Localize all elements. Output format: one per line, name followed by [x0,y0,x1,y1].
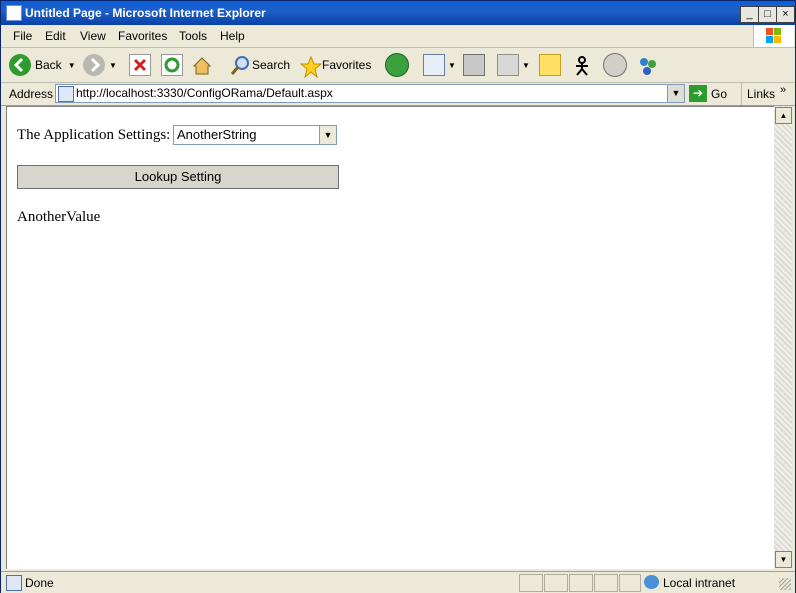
status-bar: Done Local intranet [1,571,795,593]
lookup-setting-button[interactable]: Lookup Setting [17,165,339,189]
messenger-button[interactable] [571,53,594,77]
discuss-button[interactable] [603,53,631,77]
scroll-down-icon[interactable]: ▼ [775,551,792,568]
notes-icon [539,54,561,76]
close-button[interactable]: × [776,6,795,23]
discuss-icon [603,53,627,77]
chevron-down-icon[interactable]: ▼ [319,126,336,144]
messenger-icon [571,55,591,76]
address-input[interactable]: http://localhost:3330/ConfigORama/Defaul… [55,84,685,103]
maximize-button[interactable]: □ [758,6,777,23]
forward-icon [83,54,105,76]
page-content: The Application Settings: AnotherString … [6,106,775,569]
stop-icon [129,54,151,76]
favorites-button[interactable]: Favorites [299,53,372,79]
title-bar[interactable]: Untitled Page - Microsoft Internet Explo… [1,1,795,25]
go-button[interactable]: ➔ Go [689,85,727,102]
favorites-label: Favorites [322,58,372,72]
security-zone: Local intranet [663,576,736,590]
mail-icon [423,54,445,76]
menu-view[interactable]: View [80,29,106,43]
edit-button[interactable]: ▼ [497,53,530,77]
status-cell [569,574,593,592]
address-bar: Address http://localhost:3330/ConfigORam… [1,83,795,106]
page-done-icon [6,575,22,591]
setting-result: AnotherValue [17,209,101,225]
stop-button[interactable] [129,53,154,77]
refresh-icon [161,54,183,76]
status-cell [519,574,543,592]
search-label: Search [252,58,291,72]
go-label: Go [711,86,728,101]
back-icon [9,54,31,76]
history-button[interactable] [385,53,413,77]
edit-dropdown-icon[interactable]: ▼ [522,61,530,70]
resize-grip-icon[interactable] [779,578,791,590]
back-dropdown-icon[interactable]: ▼ [68,61,76,70]
menu-edit[interactable]: Edit [45,29,66,43]
status-cell [619,574,641,592]
favorites-star-icon [299,55,323,79]
notes-button[interactable] [539,53,564,77]
search-icon [229,55,249,75]
history-icon [385,53,409,77]
settings-select[interactable]: AnotherString ▼ [173,125,337,145]
status-cell [544,574,568,592]
windows-logo-icon [753,25,794,47]
ie-page-icon [6,5,22,21]
msn-icon [637,55,657,75]
scroll-up-icon[interactable]: ▲ [775,107,792,124]
home-button[interactable] [191,53,214,77]
msn-button[interactable] [637,53,660,77]
address-url: http://localhost:3330/ConfigORama/Defaul… [76,86,333,100]
mail-button[interactable]: ▼ [423,53,456,77]
print-button[interactable] [463,53,488,77]
go-arrow-icon: ➔ [689,85,707,102]
page-icon [58,86,74,102]
forward-button[interactable]: ▼ [83,53,117,77]
vertical-scrollbar[interactable]: ▲ ▼ [774,106,792,568]
minimize-button[interactable]: _ [740,6,759,23]
print-icon [463,54,485,76]
menu-tools[interactable]: Tools [179,29,207,43]
menu-help[interactable]: Help [220,29,245,43]
back-button[interactable]: Back ▼ [9,53,76,77]
status-cell [594,574,618,592]
window-title: Untitled Page - Microsoft Internet Explo… [25,6,266,20]
refresh-button[interactable] [161,53,186,77]
settings-label: The Application Settings: [17,127,171,143]
forward-dropdown-icon[interactable]: ▼ [109,61,117,70]
mail-dropdown-icon[interactable]: ▼ [448,61,456,70]
intranet-globe-icon [644,575,659,589]
selected-setting: AnotherString [177,127,257,142]
back-label: Back [35,58,62,72]
address-dropdown-icon[interactable]: ▼ [667,85,684,102]
links-label: Links [747,87,776,101]
status-text: Done [25,576,54,590]
chevron-right-icon: » [780,84,787,96]
links-button[interactable]: Links » [741,83,796,105]
browser-window: Untitled Page - Microsoft Internet Explo… [0,0,796,593]
menu-bar: File Edit View Favorites Tools Help [1,26,795,48]
menu-file[interactable]: File [13,29,32,43]
menu-favorites[interactable]: Favorites [118,29,167,43]
edit-icon [497,54,519,76]
standard-toolbar: Back ▼ ▼ Search Favorites ▼ ▼ [1,48,795,83]
address-label: Address [9,87,54,101]
search-button[interactable]: Search [229,53,290,77]
home-icon [191,55,212,75]
